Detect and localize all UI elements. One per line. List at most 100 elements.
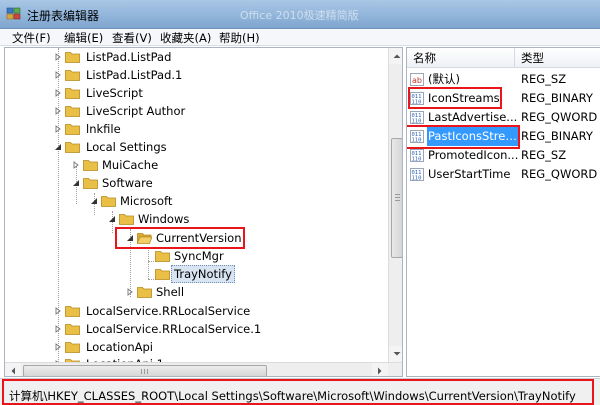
collapse-icon[interactable] [126,234,134,242]
expand-icon[interactable] [54,125,62,133]
scroll-grip [144,369,145,374]
folder-icon [65,52,80,63]
scroll-up-icon [393,54,401,58]
expand-icon[interactable] [54,107,62,115]
scroll-right-button[interactable] [372,363,388,376]
menu-favorites[interactable]: 收藏夹(A) [160,30,211,46]
tree-node-label: Local Settings [86,140,167,154]
scroll-grip [395,194,400,195]
scroll-right-icon [378,367,382,375]
scroll-down-button[interactable] [389,346,402,362]
tree-node-label: Windows [138,212,190,226]
tree-node-label: TrayNotify [171,265,235,283]
expand-icon[interactable] [54,53,62,61]
folder-open-icon [137,233,152,244]
tree-node-label: LocalService.RRLocalService [86,304,251,318]
column-header-type[interactable]: 类型 [515,48,600,68]
folder-icon [119,214,134,225]
folder-icon [65,88,80,99]
svg-text:110: 110 [412,100,422,106]
value-row-pasticonsstream[interactable]: 011 110 PastIconsStream REG_BINARY [407,127,600,146]
scroll-grip [141,369,142,374]
expand-icon[interactable] [54,343,62,351]
binary-value-icon: 011110 [410,111,424,124]
collapse-icon[interactable] [108,215,116,223]
menu-help[interactable]: 帮助(H) [219,30,260,46]
expand-icon[interactable] [54,307,62,315]
tree-vertical-scroll-thumb[interactable] [391,138,402,258]
binary-value-icon: 011110 [410,168,424,181]
expand-icon[interactable] [54,325,62,333]
menu-file[interactable]: 文件(F) [12,30,51,46]
tree-node-label: Software [102,176,153,190]
tree-horizontal-scrollbar[interactable] [5,362,402,376]
expand-icon[interactable] [72,161,80,169]
value-row-promotedicon[interactable]: 011 110 PromotedIcon... REG_SZ [407,146,600,165]
value-type: REG_BINARY [521,129,593,143]
tree-vertical-scrollbar[interactable] [388,48,402,362]
tree-node-label: lnkfile [86,122,121,136]
value-name: (默认) [428,72,460,86]
svg-text:110: 110 [412,138,422,144]
scroll-grip [147,369,148,374]
registry-editor-icon [6,7,21,20]
folder-icon [101,196,116,207]
value-type: REG_BINARY [521,91,593,105]
expand-icon[interactable] [126,288,134,296]
menu-edit[interactable]: 编辑(E) [64,30,103,46]
value-row-lastadvertise[interactable]: 011 110 LastAdvertise... REG_QWORD [407,108,600,127]
registry-values-list[interactable]: 名称 类型 ab (默认) REG_SZ 011 110 IconStreams … [406,47,600,377]
folder-icon [65,324,80,335]
scroll-up-button[interactable] [389,48,402,64]
folder-icon [65,70,80,81]
value-row-iconstreams[interactable]: 011 110 IconStreams REG_BINARY [407,89,600,108]
tree-node-label: ListPad.ListPad [86,50,172,64]
tree-node-label: LiveScript Author [86,104,186,118]
value-row-userstarttime[interactable]: 011 110 UserStartTime REG_QWORD [407,165,600,184]
folder-icon [65,306,80,317]
tree-node-label: SyncMgr [174,249,224,263]
tree-node-label: Microsoft [120,194,173,208]
value-name: PastIconsStream [427,127,519,146]
collapse-icon[interactable] [90,197,98,205]
status-bar: 计算机\HKEY_CLASSES_ROOT\Local Settings\Sof… [0,378,600,405]
tree-node-label: CurrentVersion [156,231,242,245]
window-title: 注册表编辑器 [27,9,100,23]
collapse-icon[interactable] [54,143,62,151]
binary-value-icon: 011110 [410,130,424,143]
column-header-name[interactable]: 名称 [407,48,515,68]
folder-icon [65,142,80,153]
menu-view[interactable]: 查看(V) [112,30,152,46]
collapse-icon[interactable] [72,179,80,187]
value-name: PromotedIcon... [428,148,519,162]
svg-text:110: 110 [412,157,422,163]
value-name: IconStreams [428,91,500,105]
folder-icon [155,251,170,262]
tree-guide-line [148,247,149,279]
scroll-left-icon [11,367,15,375]
registry-key-tree[interactable]: ListPad.ListPad ListPad.ListPad.1 LiveSc… [4,47,403,377]
expand-icon[interactable] [54,89,62,97]
scroll-grip [395,200,400,201]
folder-icon [137,287,152,298]
tree-horizontal-scroll-thumb[interactable] [23,365,267,376]
svg-text:110: 110 [412,176,422,182]
folder-icon [83,160,98,171]
tree-node-label: Shell [156,285,185,299]
scroll-left-button[interactable] [5,363,21,376]
binary-value-icon: 011110 [410,92,424,105]
folder-icon [155,269,170,280]
value-name: UserStartTime [428,167,511,181]
scroll-down-icon [393,352,401,356]
expand-icon[interactable] [54,71,62,79]
svg-text:110: 110 [412,119,422,125]
folder-icon [65,124,80,135]
tree-node-label: LocalService.RRLocalService.1 [86,322,262,336]
value-type: REG_QWORD [521,167,598,181]
scroll-grip [395,197,400,198]
tree-node-label: LocationApi [86,340,154,354]
binary-value-icon: 011110 [410,149,424,162]
tree-node-label: MuiCache [102,158,159,172]
value-name: LastAdvertise... [428,110,518,124]
value-row-default[interactable]: ab (默认) REG_SZ [407,70,600,89]
